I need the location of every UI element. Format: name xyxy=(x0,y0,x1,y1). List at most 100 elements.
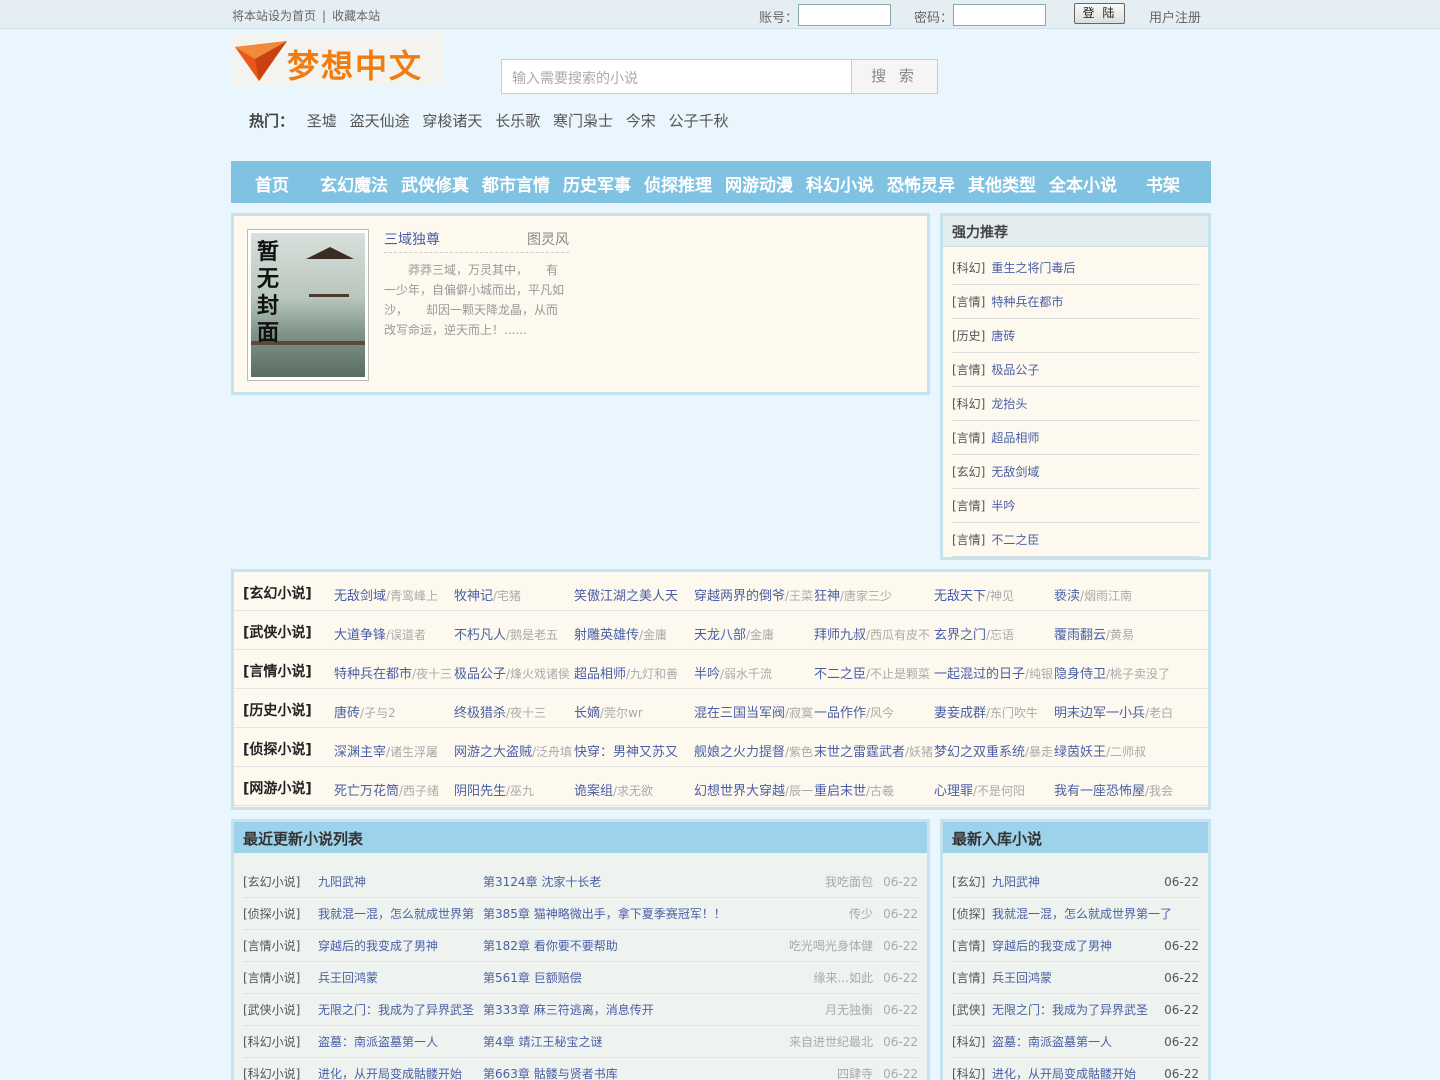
book-title[interactable]: 狂神 xyxy=(814,589,840,604)
hot-item[interactable]: 穿梭诸天 xyxy=(422,112,482,130)
featured-title[interactable]: 三域独尊 xyxy=(384,229,440,249)
book-title[interactable]: 舰娘之火力提督 xyxy=(694,745,785,760)
category-book[interactable]: 天龙八部/金庸 xyxy=(694,624,814,643)
newest-book-link[interactable]: 九阳武神 xyxy=(992,866,1172,899)
category-book[interactable]: 一品作作/风今 xyxy=(814,702,934,721)
nav-urban[interactable]: 都市言情 xyxy=(482,171,550,196)
book-title[interactable]: 幻想世界大穿越 xyxy=(694,784,785,799)
recommend-book-link[interactable]: 不二之臣 xyxy=(991,533,1039,547)
book-title[interactable]: 混在三国当军阀 xyxy=(694,706,785,721)
category-book[interactable]: 玄界之门/忘语 xyxy=(934,624,1054,643)
hot-item[interactable]: 长乐歌 xyxy=(495,112,540,130)
book-title[interactable]: 阴阳先生 xyxy=(454,784,506,799)
search-button[interactable]: 搜 索 xyxy=(851,59,938,94)
book-title[interactable]: 大道争锋 xyxy=(334,628,386,643)
book-title[interactable]: 我有一座恐怖屋 xyxy=(1054,784,1145,799)
book-title[interactable]: 无敌剑域 xyxy=(334,589,386,604)
book-title[interactable]: 隐身侍卫 xyxy=(1054,667,1106,682)
recommend-book-link[interactable]: 极品公子 xyxy=(991,363,1039,377)
book-title[interactable]: 诡案组 xyxy=(574,784,613,799)
category-book[interactable]: 无敌天下/神见 xyxy=(934,585,1054,604)
category-book[interactable]: 唐砖/孑与2 xyxy=(334,702,454,721)
password-input[interactable] xyxy=(953,4,1046,26)
recommend-book-link[interactable]: 半吟 xyxy=(991,499,1015,513)
category-name[interactable]: [言情小说] xyxy=(243,661,312,681)
book-title[interactable]: 终极猎杀 xyxy=(454,706,506,721)
category-name[interactable]: [网游小说] xyxy=(243,778,312,798)
hot-item[interactable]: 公子千秋 xyxy=(669,112,729,130)
update-chapter-link[interactable]: 第333章 麻三符逃离，消息传开 xyxy=(483,994,654,1027)
category-book[interactable]: 穿越两界的倒爷/王菜 xyxy=(694,585,814,604)
book-title[interactable]: 长嫡 xyxy=(574,706,600,721)
register-link[interactable]: 用户注册 xyxy=(1149,7,1201,26)
recommend-book-link[interactable]: 特种兵在都市 xyxy=(991,295,1063,309)
nav-game[interactable]: 网游动漫 xyxy=(725,171,793,196)
category-book[interactable]: 终极猎杀/夜十三 xyxy=(454,702,574,721)
category-book[interactable]: 隐身侍卫/桃子卖没了 xyxy=(1054,663,1174,682)
book-title[interactable]: 超品相师 xyxy=(574,667,626,682)
book-title[interactable]: 无敌天下 xyxy=(934,589,986,604)
book-title[interactable]: 重启末世 xyxy=(814,784,866,799)
category-book[interactable]: 拜师九叔/西瓜有皮不 xyxy=(814,624,934,643)
nav-bookshelf[interactable]: 书架 xyxy=(1146,171,1180,196)
update-chapter-link[interactable]: 第4章 靖江王秘宝之谜 xyxy=(483,1026,602,1059)
update-book-link[interactable]: 无限之门：我成为了异界武圣 xyxy=(318,994,478,1027)
search-input[interactable]: 输入需要搜索的小说 xyxy=(501,59,852,94)
newest-book-link[interactable]: 盗墓：南派盗墓第一人 xyxy=(992,1026,1172,1059)
book-title[interactable]: 明末边军一小兵 xyxy=(1054,706,1145,721)
book-title[interactable]: 末世之雷霆武者 xyxy=(814,745,905,760)
book-title[interactable]: 快穿：男神又苏又 xyxy=(574,745,678,760)
book-title[interactable]: 玄界之门 xyxy=(934,628,986,643)
newest-book-link[interactable]: 无限之门：我成为了异界武圣 xyxy=(992,994,1172,1027)
category-book[interactable]: 不朽凡人/鹅是老五 xyxy=(454,624,574,643)
category-book[interactable]: 混在三国当军阀/寂寞 xyxy=(694,702,814,721)
recommend-book-link[interactable]: 唐砖 xyxy=(991,329,1015,343)
hot-item[interactable]: 寒门枭士 xyxy=(553,112,613,130)
category-book[interactable]: 诡案组/求无欲 xyxy=(574,780,694,799)
book-title[interactable]: 牧神记 xyxy=(454,589,493,604)
category-book[interactable]: 长嫡/莞尔wr xyxy=(574,702,694,721)
account-input[interactable] xyxy=(798,4,891,26)
book-title[interactable]: 射雕英雄传 xyxy=(574,628,639,643)
category-book[interactable]: 狂神/唐家三少 xyxy=(814,585,934,604)
book-title[interactable]: 深渊主宰 xyxy=(334,745,386,760)
newest-book-link[interactable]: 兵王回鸿蒙 xyxy=(992,962,1172,995)
hot-item[interactable]: 今宋 xyxy=(626,112,656,130)
recommend-book-link[interactable]: 龙抬头 xyxy=(991,397,1027,411)
update-book-link[interactable]: 九阳武神 xyxy=(318,866,478,899)
category-book[interactable]: 深渊主宰/诸生浮屠 xyxy=(334,741,454,760)
category-name[interactable]: [侦探小说] xyxy=(243,739,312,759)
update-chapter-link[interactable]: 第561章 巨额赔偿 xyxy=(483,962,582,995)
nav-horror[interactable]: 恐怖灵异 xyxy=(887,171,955,196)
book-title[interactable]: 唐砖 xyxy=(334,706,360,721)
category-book[interactable]: 末世之雷霆武者/妖猪 xyxy=(814,741,934,760)
book-title[interactable]: 网游之大盗贼 xyxy=(454,745,532,760)
book-title[interactable]: 梦幻之双重系统 xyxy=(934,745,1025,760)
category-book[interactable]: 舰娘之火力提督/紫色 xyxy=(694,741,814,760)
update-chapter-link[interactable]: 第663章 骷髅与贤者书库 xyxy=(483,1058,618,1080)
category-book[interactable]: 牧神记/宅猪 xyxy=(454,585,574,604)
book-title[interactable]: 穿越两界的倒爷 xyxy=(694,589,785,604)
category-book[interactable]: 心理罪/不是何阳 xyxy=(934,780,1054,799)
nav-home[interactable]: 首页 xyxy=(255,171,289,196)
book-title[interactable]: 不朽凡人 xyxy=(454,628,506,643)
book-title[interactable]: 一品作作 xyxy=(814,706,866,721)
book-title[interactable]: 妻妾成群 xyxy=(934,706,986,721)
category-book[interactable]: 笑傲江湖之美人天 xyxy=(574,585,694,604)
nav-history[interactable]: 历史军事 xyxy=(563,171,631,196)
category-name[interactable]: [玄幻小说] xyxy=(243,583,312,603)
update-book-link[interactable]: 穿越后的我变成了男神 xyxy=(318,930,478,963)
update-book-link[interactable]: 盗墓：南派盗墓第一人 xyxy=(318,1026,478,1059)
category-book[interactable]: 极品公子/烽火戏诸侯 xyxy=(454,663,574,682)
newest-book-link[interactable]: 进化，从开局变成骷髅开始 xyxy=(992,1058,1172,1080)
book-title[interactable]: 绿茵妖王 xyxy=(1054,745,1106,760)
hot-item[interactable]: 圣墟 xyxy=(307,112,337,130)
category-book[interactable]: 快穿：男神又苏又 xyxy=(574,741,694,760)
book-title[interactable]: 心理罪 xyxy=(934,784,973,799)
book-cover[interactable]: 暂 无 封 面 xyxy=(247,229,369,381)
category-book[interactable]: 超品相师/九灯和善 xyxy=(574,663,694,682)
book-title[interactable]: 覆雨翻云 xyxy=(1054,628,1106,643)
update-book-link[interactable]: 兵王回鸿蒙 xyxy=(318,962,478,995)
recommend-book-link[interactable]: 无敌剑域 xyxy=(991,465,1039,479)
book-title[interactable]: 特种兵在都市 xyxy=(334,667,412,682)
